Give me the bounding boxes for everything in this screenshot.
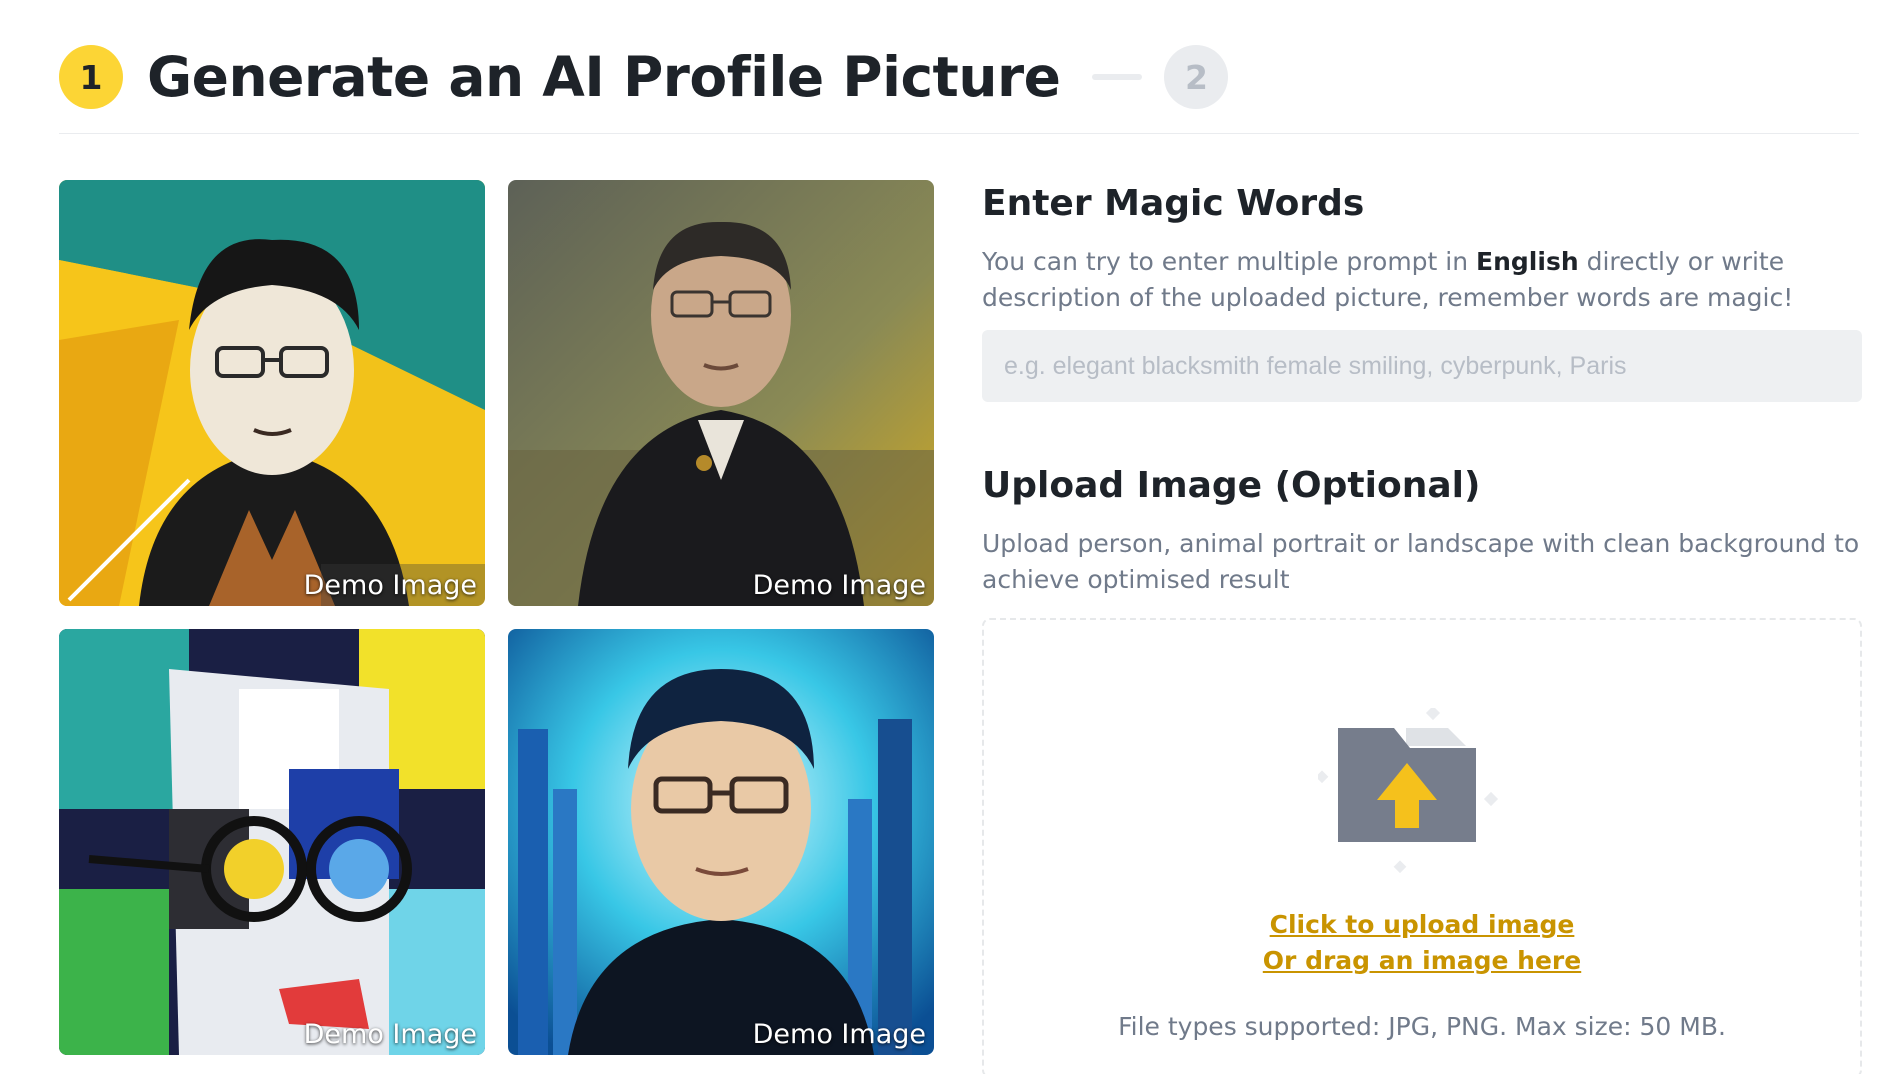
generation-form: Enter Magic Words You can try to enter m…	[982, 180, 1862, 1074]
demo-image-cyberpunk-portrait	[508, 629, 934, 1055]
magic-words-description: You can try to enter multiple prompt in …	[982, 244, 1862, 316]
folder-upload-icon	[1318, 708, 1499, 874]
demo-image-cubist-portrait	[59, 629, 485, 1055]
demo-image-card[interactable]: Demo Image	[508, 629, 934, 1055]
header-divider	[59, 133, 1859, 134]
magic-words-desc-text: You can try to enter multiple prompt in	[982, 247, 1477, 276]
demo-image-label: Demo Image	[752, 1019, 926, 1050]
demo-image-card[interactable]: Demo Image	[59, 629, 485, 1055]
drag-image-link[interactable]: Or drag an image here	[984, 946, 1860, 975]
demo-image-comic-portrait	[59, 180, 485, 606]
demo-image-painted-portrait	[508, 180, 934, 606]
step-2-indicator: 2	[1164, 45, 1229, 109]
demo-image-label: Demo Image	[303, 570, 477, 601]
file-types-hint: File types supported: JPG, PNG. Max size…	[1118, 1012, 1726, 1041]
upload-description: Upload person, animal portrait or landsc…	[982, 529, 1860, 594]
page-title: Generate an AI Profile Picture	[147, 45, 1061, 109]
demo-image-card[interactable]: Demo Image	[59, 180, 485, 606]
upload-title: Upload Image (Optional)	[982, 465, 1481, 506]
demo-image-label: Demo Image	[752, 570, 926, 601]
magic-words-language: English	[1476, 247, 1579, 276]
stepper: 1 Generate an AI Profile Picture 2	[59, 45, 1229, 109]
upload-dropzone[interactable]: Click to upload image Or drag an image h…	[982, 618, 1862, 1074]
click-to-upload-link[interactable]: Click to upload image	[984, 910, 1860, 939]
step-connector	[1092, 74, 1143, 80]
step-1-indicator: 1	[59, 45, 123, 109]
demo-image-card[interactable]: Demo Image	[508, 180, 934, 606]
demo-gallery: Demo Image Demo Image Demo Image Demo Im…	[59, 180, 934, 1055]
demo-image-label: Demo Image	[303, 1019, 477, 1050]
magic-words-input[interactable]	[982, 330, 1862, 402]
magic-words-title: Enter Magic Words	[982, 183, 1365, 224]
